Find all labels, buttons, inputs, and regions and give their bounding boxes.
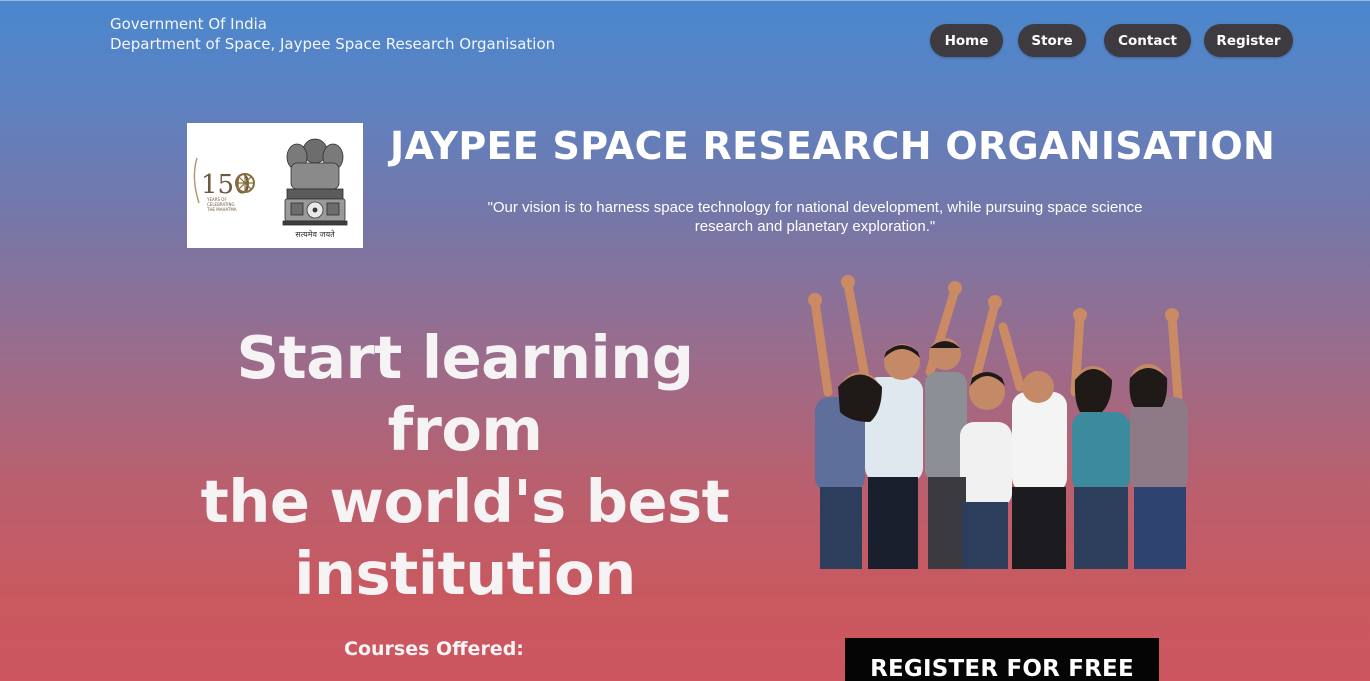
hero-line-2: the world's best [200,467,730,536]
register-for-free-button[interactable]: REGISTER FOR FREE [845,638,1159,681]
vision-line-2: research and planetary exploration." [694,218,936,235]
nav-home-button[interactable]: Home [930,24,1003,57]
org-title: JAYPEE SPACE RESEARCH ORGANISATION [390,124,1276,168]
hero-headline: Start learning from the world's best ins… [160,322,770,610]
top-border [0,0,1370,1]
hero-line-1: Start learning from [236,323,694,464]
hero-line-3: institution [294,539,636,608]
emblem-logo-box: 150 YEARS OF CELEBRATING THE MAHATMA सत्… [187,123,363,248]
badge-caption-3: THE MAHATMA [206,207,237,212]
courses-offered-label: Courses Offered: [344,638,524,660]
nav-register-button[interactable]: Register [1204,24,1293,57]
vision-line-1: "Our vision is to harness space technolo… [487,199,1143,216]
vision-statement: "Our vision is to harness space technolo… [440,198,1190,236]
nav-store-button[interactable]: Store [1018,24,1086,57]
main-nav: Home Store Contact Register [0,24,1370,58]
students-photo [808,275,1188,569]
nav-contact-button[interactable]: Contact [1104,24,1191,57]
emblem-logo: 150 YEARS OF CELEBRATING THE MAHATMA सत्… [193,138,348,239]
emblem-motto: सत्यमेव जयते [295,229,335,239]
ashoka-emblem [282,138,348,226]
gandhi-150-badge: 150 YEARS OF CELEBRATING THE MAHATMA [193,157,255,212]
